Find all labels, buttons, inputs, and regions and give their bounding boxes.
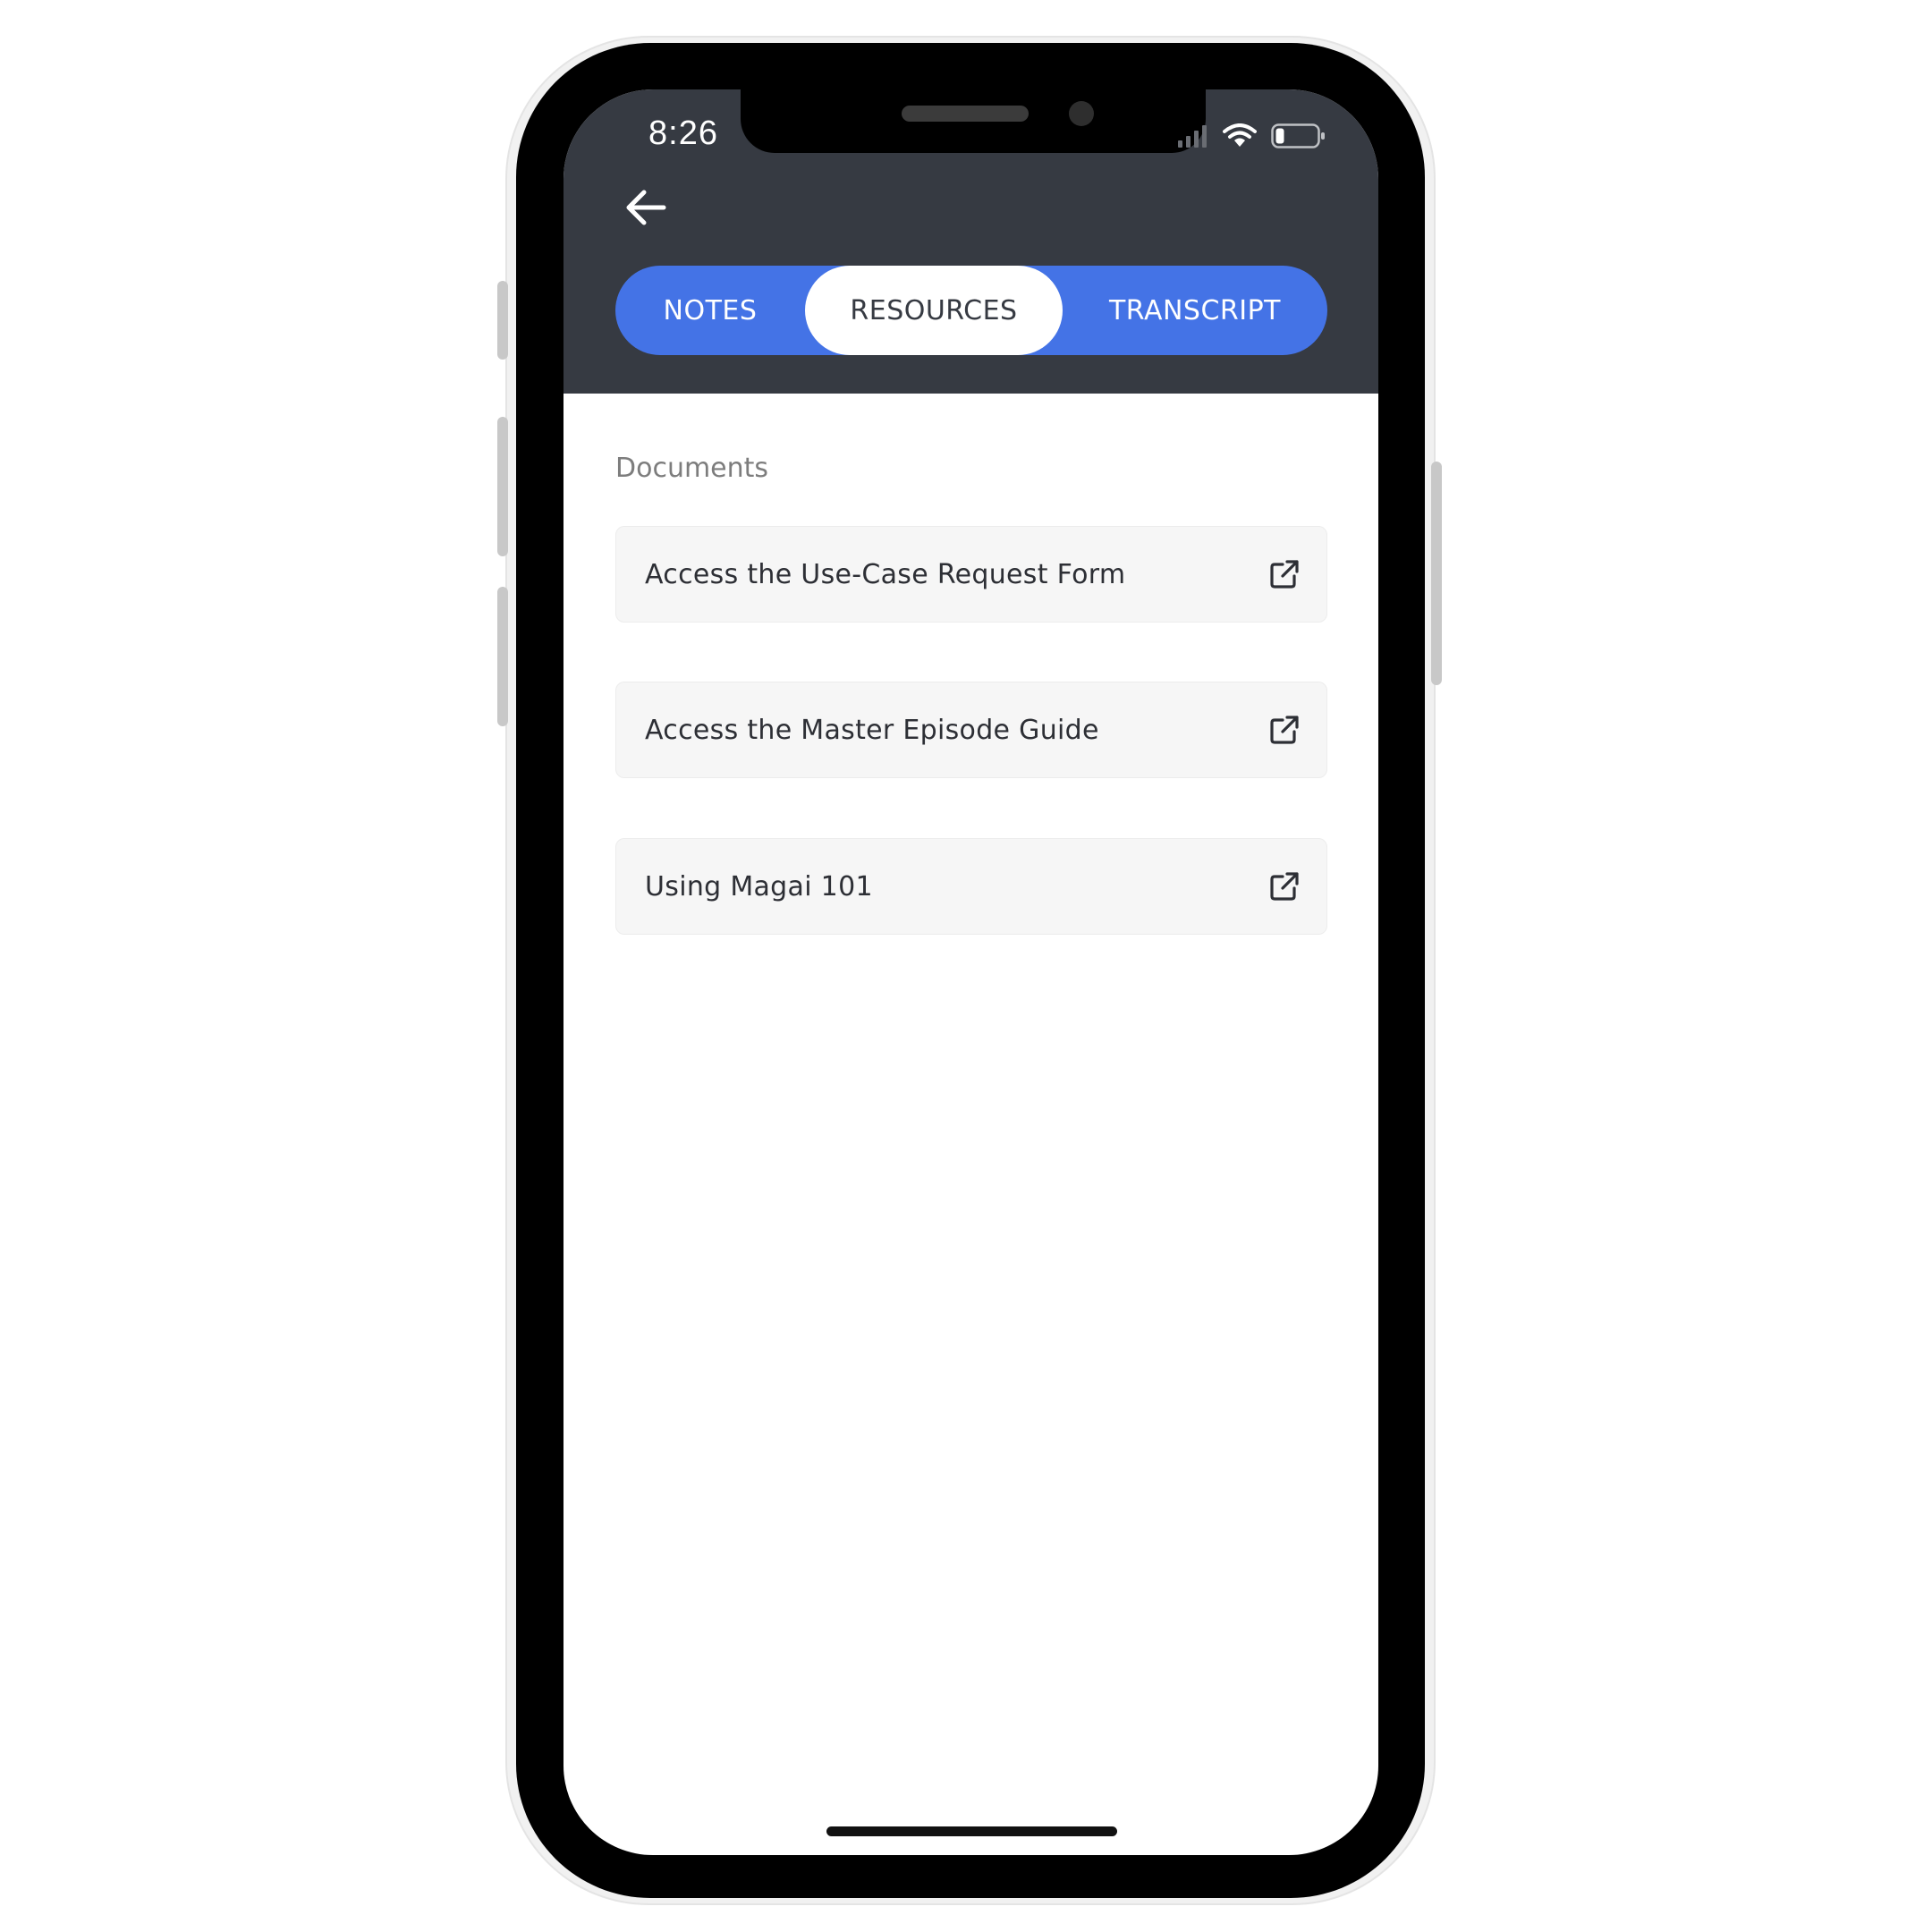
power-button <box>1431 462 1442 685</box>
app-header: 8:26 NOTES RESOURCES TRANSCRIPT <box>564 89 1378 394</box>
arrow-left-icon <box>626 190 666 225</box>
document-link-label: Access the Master Episode Guide <box>645 714 1099 746</box>
external-link-icon <box>1269 871 1300 902</box>
status-time: 8:26 <box>648 114 718 152</box>
tab-switcher: NOTES RESOURCES TRANSCRIPT <box>615 266 1327 355</box>
canvas: 8:26 NOTES RESOURCES TRANSCRIPT Document… <box>0 0 1932 1932</box>
speaker-grille <box>902 106 1029 122</box>
signal-icon <box>1178 124 1208 152</box>
document-link[interactable]: Access the Use-Case Request Form <box>615 526 1327 623</box>
wifi-icon <box>1223 123 1257 153</box>
tab-resources[interactable]: RESOURCES <box>805 266 1063 355</box>
document-link[interactable]: Using Magai 101 <box>615 838 1327 935</box>
document-link[interactable]: Access the Master Episode Guide <box>615 682 1327 778</box>
volume-down-button <box>497 587 508 726</box>
front-camera <box>1069 101 1094 126</box>
tab-notes[interactable]: NOTES <box>615 266 805 355</box>
status-icons <box>1178 120 1326 156</box>
home-indicator[interactable] <box>826 1826 1117 1836</box>
phone-screen: 8:26 NOTES RESOURCES TRANSCRIPT Document… <box>564 89 1378 1855</box>
external-link-icon <box>1269 715 1300 745</box>
volume-up-button <box>497 417 508 556</box>
notch <box>741 89 1206 153</box>
mute-switch <box>497 281 508 360</box>
battery-icon <box>1271 123 1326 154</box>
tab-transcript[interactable]: TRANSCRIPT <box>1063 266 1327 355</box>
document-link-label: Access the Use-Case Request Form <box>645 558 1126 590</box>
documents-section-title: Documents <box>615 453 769 484</box>
back-button[interactable] <box>617 179 674 236</box>
external-link-icon <box>1269 559 1300 589</box>
document-link-label: Using Magai 101 <box>645 870 873 902</box>
